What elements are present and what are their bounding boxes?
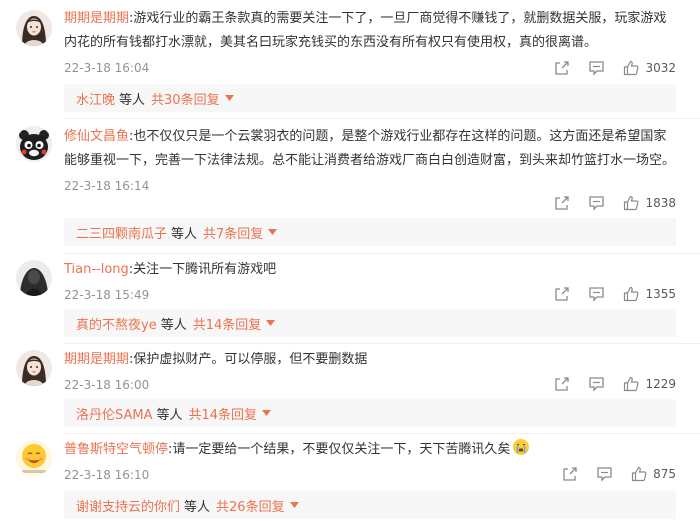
- reply-count-link[interactable]: 共14条回复: [189, 404, 258, 423]
- reply-summary[interactable]: 水江晚 等人 共30条回复: [64, 84, 676, 112]
- reply-user-link[interactable]: 水江晚: [76, 89, 115, 108]
- like-button[interactable]: 3032: [623, 60, 676, 76]
- thumbs-up-icon: [631, 466, 647, 482]
- thumbs-up-icon: [624, 376, 639, 392]
- like-count: 3032: [645, 61, 676, 75]
- share-icon: [555, 196, 570, 210]
- comment-actions: 875: [544, 464, 676, 484]
- reply-user-link[interactable]: 二三四颗南瓜子: [76, 223, 167, 242]
- comment-text: 修仙文昌鱼:也不仅仅只是一个云裳羽衣的问题，是整个游戏行业都存在这样的问题。这方…: [64, 129, 676, 168]
- reply-button[interactable]: [588, 60, 605, 76]
- divider: [64, 253, 700, 254]
- divider: [64, 433, 700, 434]
- caret-down-icon: [262, 410, 272, 416]
- share-icon: [555, 61, 570, 75]
- reply-summary[interactable]: 洛丹伦SAMA 等人 共14条回复: [64, 399, 676, 427]
- comment-author[interactable]: 期期是期期: [64, 11, 129, 26]
- comment-actions: 1229: [536, 374, 676, 394]
- reply-count-link[interactable]: 共26条回复: [216, 496, 285, 515]
- share-button[interactable]: [554, 286, 570, 302]
- comment-icon: [597, 467, 612, 482]
- share-icon: [563, 467, 577, 481]
- comment-author[interactable]: 普鲁斯特空气顿停: [64, 442, 168, 457]
- reply-summary[interactable]: 谢谢支持云的你们 等人 共26条回复: [64, 491, 676, 519]
- avatar[interactable]: [16, 260, 52, 296]
- comment-text: 普鲁斯特空气顿停:请一定要给一个结果，不要仅仅关注一下，天下苦腾讯久矣: [64, 438, 676, 462]
- reply-count-link[interactable]: 共30条回复: [151, 89, 220, 108]
- share-icon: [555, 377, 570, 391]
- share-button[interactable]: [562, 466, 578, 482]
- reply-count-link[interactable]: 共7条回复: [203, 223, 263, 242]
- reply-button[interactable]: [596, 466, 613, 482]
- reply-user-link[interactable]: 谢谢支持云的你们: [76, 496, 180, 515]
- comment-text: Tian--long:关注一下腾讯所有游戏吧: [64, 262, 277, 277]
- share-button[interactable]: [554, 195, 570, 211]
- thumbs-up-icon: [624, 286, 639, 302]
- crying-face-emoji: [513, 439, 530, 455]
- like-button[interactable]: 875: [631, 466, 676, 482]
- reply-button[interactable]: [588, 286, 605, 302]
- comment-actions: 1838: [536, 193, 676, 213]
- divider: [64, 343, 700, 344]
- comment-author[interactable]: 修仙文昌鱼: [64, 129, 129, 144]
- reply-button[interactable]: [588, 195, 605, 211]
- caret-down-icon: [289, 502, 299, 508]
- comment-author[interactable]: Tian--long: [64, 262, 129, 277]
- comment-icon: [589, 61, 605, 76]
- reply-user-link[interactable]: 洛丹伦SAMA: [76, 404, 153, 423]
- reply-summary[interactable]: 二三四颗南瓜子 等人 共7条回复: [64, 218, 676, 246]
- like-count: 1229: [645, 377, 676, 391]
- like-count: 1838: [645, 196, 676, 210]
- reply-button[interactable]: [588, 376, 605, 392]
- comment-icon: [589, 196, 605, 211]
- like-count: 1355: [645, 287, 676, 301]
- like-count: 875: [653, 467, 676, 481]
- caret-down-icon: [266, 320, 276, 326]
- like-button[interactable]: 1355: [623, 286, 676, 302]
- comment-author[interactable]: 期期是期期: [64, 352, 129, 367]
- comment-actions: 3032: [536, 58, 676, 78]
- like-button[interactable]: 1838: [623, 195, 676, 211]
- caret-down-icon: [224, 95, 234, 101]
- reply-user-link[interactable]: 真的不熬夜ye: [76, 314, 157, 333]
- share-button[interactable]: [554, 60, 570, 76]
- avatar[interactable]: [16, 350, 52, 386]
- share-button[interactable]: [554, 376, 570, 392]
- divider: [64, 118, 700, 119]
- reply-summary[interactable]: 真的不熬夜ye 等人 共14条回复: [64, 309, 676, 337]
- thumbs-up-icon: [624, 60, 639, 76]
- like-button[interactable]: 1229: [623, 376, 676, 392]
- avatar[interactable]: [16, 126, 52, 162]
- avatar[interactable]: [16, 10, 52, 46]
- share-icon: [555, 287, 570, 301]
- comment-text: 期期是期期:保护虚拟财产。可以停服，但不要删数据: [64, 352, 368, 367]
- avatar[interactable]: [16, 440, 52, 476]
- comment-icon: [589, 287, 605, 302]
- comment-text: 期期是期期:游戏行业的霸王条款真的需要关注一下了，一旦厂商觉得不赚钱了，就删数据…: [64, 11, 667, 50]
- comment-actions: 1355: [536, 284, 676, 304]
- comment-icon: [589, 377, 605, 392]
- reply-count-link[interactable]: 共14条回复: [193, 314, 262, 333]
- thumbs-up-icon: [624, 195, 639, 211]
- caret-down-icon: [268, 229, 278, 235]
